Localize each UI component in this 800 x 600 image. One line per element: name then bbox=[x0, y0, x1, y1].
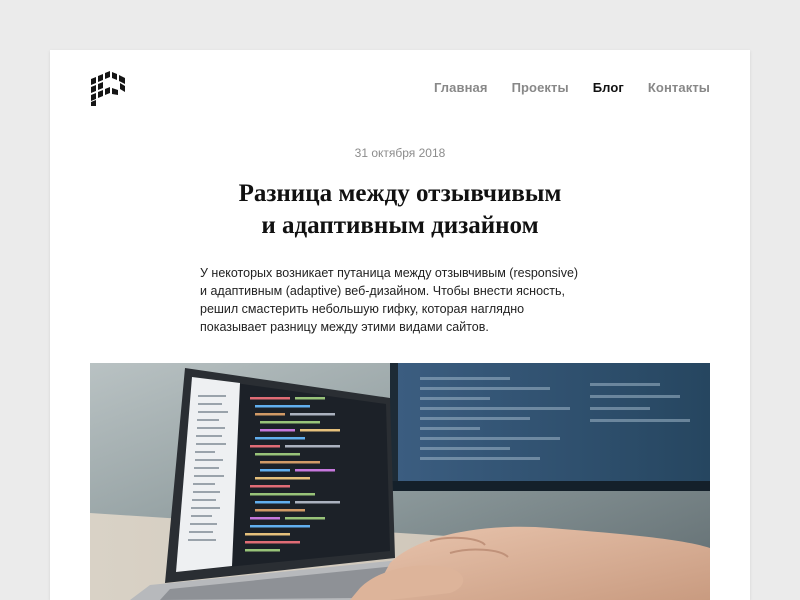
laptop-photo-illustration bbox=[90, 363, 710, 600]
pixel-p-logo-icon[interactable] bbox=[90, 71, 126, 106]
post-title-line-2: и адаптивным дизайном bbox=[261, 212, 539, 239]
post-lead: У некоторых возникает путаница между отз… bbox=[200, 266, 579, 334]
main-nav: Главная Проекты Блог Контакты bbox=[434, 80, 710, 95]
post-date: 31 октября 2018 bbox=[354, 146, 446, 160]
post-title: Разница между отзывчивым и адаптивным ди… bbox=[50, 178, 750, 242]
nav-link-projects[interactable]: Проекты bbox=[512, 80, 569, 95]
nav-link-home[interactable]: Главная bbox=[434, 80, 488, 95]
nav-link-blog[interactable]: Блог bbox=[593, 80, 624, 95]
hero-image bbox=[90, 363, 710, 600]
nav-link-contacts[interactable]: Контакты bbox=[648, 80, 710, 95]
post-title-line-1: Разница между отзывчивым bbox=[238, 180, 562, 207]
post-card: Главная Проекты Блог Контакты 31 октября… bbox=[50, 50, 750, 600]
